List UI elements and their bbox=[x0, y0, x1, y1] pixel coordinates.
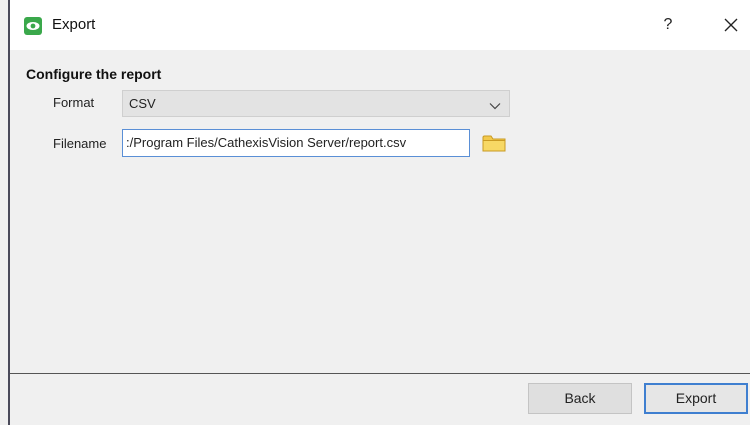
close-icon bbox=[724, 18, 738, 32]
format-select-value: CSV bbox=[129, 96, 156, 111]
window-left-border bbox=[8, 0, 10, 425]
export-button[interactable]: Export bbox=[644, 383, 748, 414]
chevron-down-icon bbox=[489, 99, 501, 110]
format-select[interactable]: CSV bbox=[122, 90, 510, 117]
filename-label: Filename bbox=[53, 136, 107, 151]
format-label: Format bbox=[53, 95, 95, 110]
section-title: Configure the report bbox=[26, 66, 162, 82]
folder-icon bbox=[482, 135, 506, 152]
eye-icon bbox=[24, 17, 42, 35]
back-button[interactable]: Back bbox=[528, 383, 632, 414]
browse-button[interactable] bbox=[482, 133, 506, 153]
export-dialog: Export ? Configure the report Format CSV… bbox=[0, 0, 750, 425]
help-button[interactable]: ? bbox=[656, 12, 680, 38]
filename-input[interactable]: :/Program Files/CathexisVision Server/re… bbox=[122, 129, 470, 157]
window-title: Export bbox=[52, 16, 96, 33]
title-bar: Export ? bbox=[10, 0, 750, 50]
close-button[interactable] bbox=[718, 12, 744, 38]
footer-divider bbox=[10, 373, 750, 374]
